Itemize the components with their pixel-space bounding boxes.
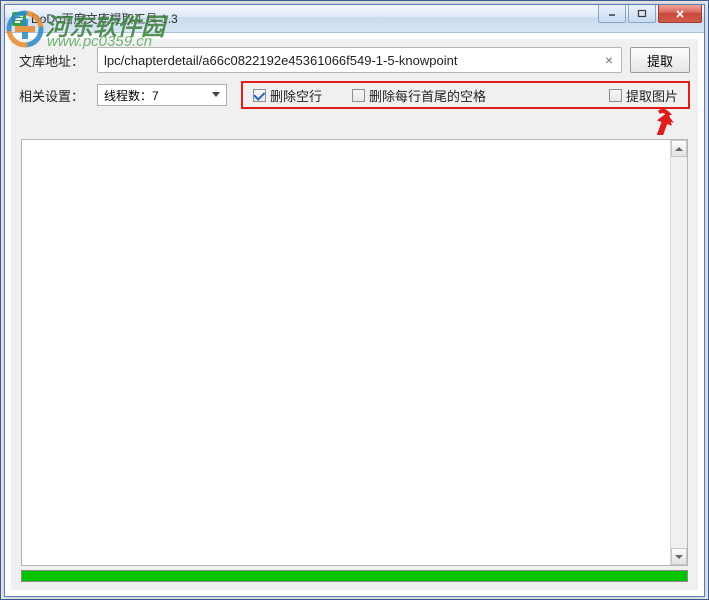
window-controls	[598, 5, 702, 23]
checkbox-icon	[253, 89, 266, 102]
url-input[interactable]	[97, 47, 622, 73]
maximize-button[interactable]	[628, 5, 656, 23]
clear-input-icon[interactable]: ×	[602, 53, 616, 67]
remove-blank-lines-label: 删除空行	[270, 86, 322, 105]
client-area: 文库地址： × 提取 相关设置： 线程数：7	[11, 39, 698, 590]
url-row: 文库地址： × 提取	[11, 39, 698, 77]
vertical-scrollbar[interactable]	[670, 140, 687, 565]
outer-frame: DoDo百度文库提取工具 1.3 文库地址： ×	[0, 0, 709, 600]
chevron-down-icon	[208, 87, 224, 103]
titlebar[interactable]: DoDo百度文库提取工具 1.3	[5, 5, 704, 33]
extract-images-label: 提取图片	[626, 86, 678, 105]
app-icon	[11, 11, 27, 27]
extract-images-checkbox[interactable]: 提取图片	[609, 86, 678, 105]
url-input-wrap: ×	[97, 47, 622, 73]
url-label: 文库地址：	[19, 51, 89, 70]
minimize-button[interactable]	[598, 5, 626, 23]
trim-spaces-checkbox[interactable]: 删除每行首尾的空格	[352, 86, 486, 105]
scroll-track[interactable]	[671, 157, 687, 548]
checkbox-icon	[352, 89, 365, 102]
scroll-down-button[interactable]	[671, 548, 687, 565]
options-group-highlighted: 删除空行 删除每行首尾的空格 提取图片	[241, 81, 690, 109]
settings-label: 相关设置：	[19, 86, 89, 105]
remove-blank-lines-checkbox[interactable]: 删除空行	[253, 86, 322, 105]
thread-count-combo[interactable]: 线程数：7	[97, 84, 227, 106]
thread-count-value: 线程数：7	[104, 87, 159, 104]
checkbox-icon	[609, 89, 622, 102]
settings-row: 相关设置： 线程数：7 删除空行 删除每行首尾的空格	[11, 77, 698, 117]
scroll-up-button[interactable]	[671, 140, 687, 157]
trim-spaces-label: 删除每行首尾的空格	[369, 86, 486, 105]
close-button[interactable]	[658, 5, 702, 23]
progress-bar	[21, 570, 688, 582]
window-title: DoDo百度文库提取工具 1.3	[31, 10, 178, 27]
extract-button[interactable]: 提取	[630, 47, 690, 73]
output-textarea[interactable]	[21, 139, 688, 566]
app-window: DoDo百度文库提取工具 1.3 文库地址： ×	[4, 4, 705, 597]
